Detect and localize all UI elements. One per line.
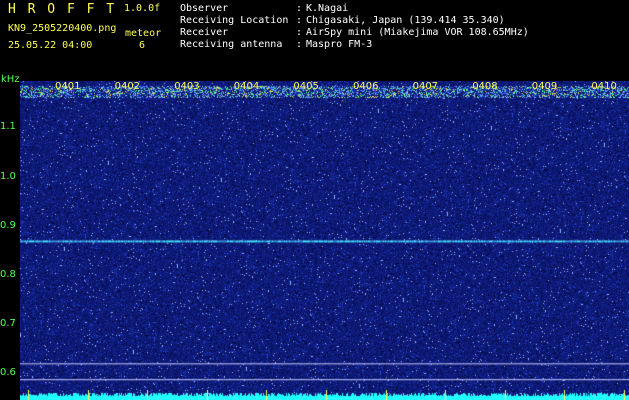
y-tick-label: 0.6 bbox=[0, 367, 16, 379]
time-label: 0402 bbox=[114, 81, 141, 92]
antenna-value: Maspro FM-3 bbox=[306, 39, 373, 50]
meteor-label: meteor bbox=[125, 28, 162, 39]
y-tick-label: 0.8 bbox=[0, 268, 16, 280]
location-value: Chigasaki, Japan (139.414 35.340) bbox=[306, 15, 505, 26]
observer-sep: : bbox=[296, 3, 303, 14]
time-label: 0401 bbox=[55, 81, 81, 92]
time-label: 0408 bbox=[472, 81, 498, 92]
time-label: 0405 bbox=[293, 81, 319, 92]
antenna-label: Receiving antenna bbox=[180, 39, 283, 50]
y-tick-label: 0.7 bbox=[0, 318, 16, 329]
location-sep: : bbox=[296, 15, 303, 26]
y-tick-label: 1.1 bbox=[0, 121, 16, 133]
header-panel: H R O F F T 1.0.0f KN9_2505220400.png me… bbox=[0, 0, 629, 76]
spectrogram-canvas bbox=[20, 81, 629, 400]
time-label: 0409 bbox=[531, 81, 558, 92]
y-tick-label: 0.9 bbox=[0, 219, 16, 231]
app-title: H R O F F T bbox=[8, 2, 117, 17]
time-label: 0407 bbox=[412, 81, 439, 92]
time-label: 0404 bbox=[233, 81, 260, 92]
observer-value: K.Nagai bbox=[306, 3, 349, 14]
filename-label: KN9_2505220400.png bbox=[8, 23, 117, 34]
y-axis-unit: kHz bbox=[1, 74, 20, 85]
version-label: 1.0.0f bbox=[124, 3, 161, 14]
antenna-sep: : bbox=[296, 39, 303, 50]
spectrogram-plot bbox=[20, 81, 629, 400]
datetime-label: 25.05.22 04:00 bbox=[8, 40, 93, 51]
receiver-label: Receiver bbox=[180, 27, 229, 38]
receiver-sep: : bbox=[296, 27, 303, 38]
time-label: 0403 bbox=[174, 81, 200, 92]
receiver-value: AirSpy mini (Miakejima VOR 108.65MHz) bbox=[306, 27, 529, 38]
y-tick-label: 1.0 bbox=[0, 170, 16, 182]
time-label: 0410 bbox=[591, 81, 617, 92]
location-label: Receiving Location bbox=[180, 15, 289, 26]
meteor-count: 6 bbox=[139, 40, 146, 51]
time-label: 0406 bbox=[353, 81, 379, 92]
observer-label: Observer bbox=[180, 3, 229, 14]
